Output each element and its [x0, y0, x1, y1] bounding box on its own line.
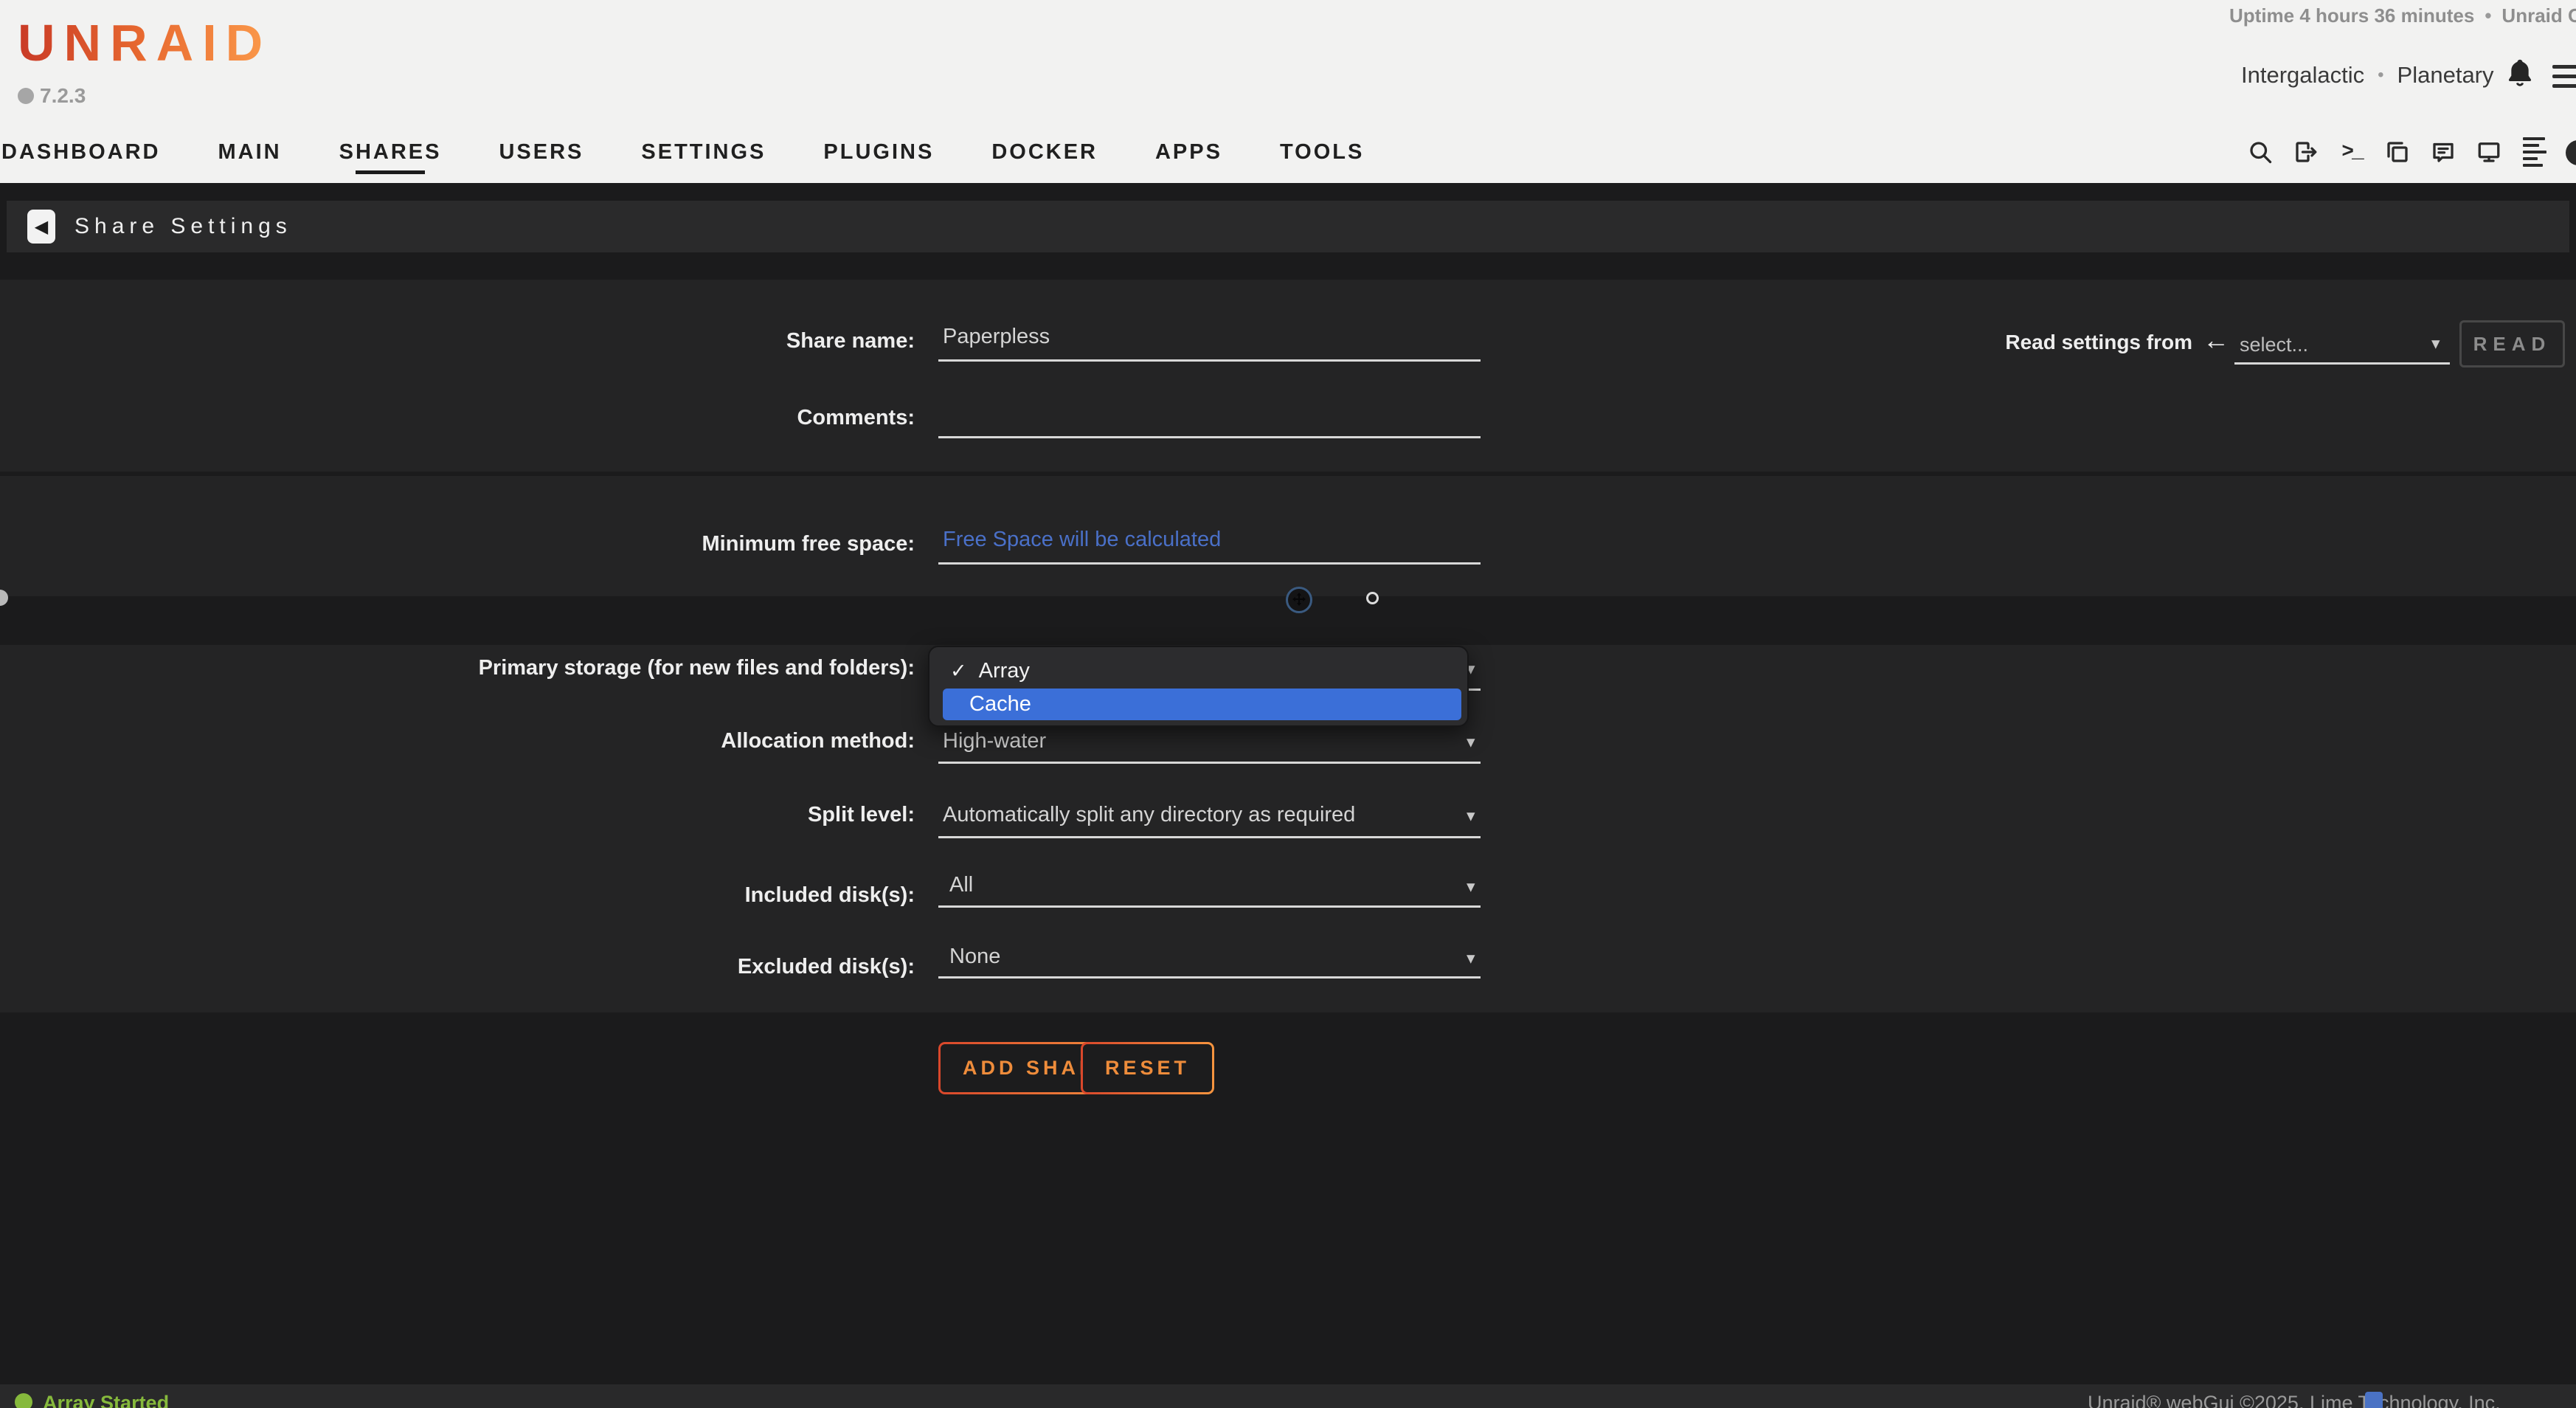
back-icon[interactable]: ◀ [27, 210, 55, 244]
dropdown-arrow-icon [1467, 732, 1475, 752]
version-dot-icon [18, 88, 34, 104]
included-disks-underline [938, 905, 1481, 908]
read-settings-underline [2234, 362, 2450, 365]
included-disks-label: Included disk(s): [0, 883, 915, 908]
min-free-space-label: Minimum free space: [0, 532, 915, 556]
search-icon[interactable] [2247, 139, 2274, 165]
page-title: Share Settings [75, 214, 292, 239]
log-icon[interactable] [2521, 139, 2548, 165]
excluded-disks-select[interactable]: None [949, 945, 1000, 969]
server-description: Planetary [2397, 62, 2494, 89]
excluded-disks-label: Excluded disk(s): [0, 955, 915, 979]
dot-separator: • [2378, 65, 2383, 86]
dropdown-arrow-icon [1467, 806, 1475, 826]
edge-cut-toolbar-icon[interactable] [2566, 140, 2576, 165]
sign-out-icon[interactable] [2293, 139, 2319, 165]
server-identity: Intergalactic • Planetary [2241, 62, 2494, 89]
notifications-bell-icon[interactable] [2505, 58, 2535, 90]
checkmark-icon [950, 659, 967, 683]
dropdown-arrow-icon [1467, 948, 1475, 968]
allocation-method-label: Allocation method: [0, 729, 915, 753]
read-settings-select[interactable]: select... [2240, 334, 2308, 356]
dropdown-arrow-icon [2431, 334, 2440, 353]
footer-copyright: Unraid® webGui ©2025, Lime Technology, I… [2088, 1392, 2501, 1408]
os-edition: Unraid OS [2501, 4, 2576, 27]
allocation-method-select[interactable]: High-water [943, 729, 1046, 753]
array-status-text: Array Started [43, 1392, 169, 1408]
footer-blue-icon[interactable] [2365, 1392, 2383, 1408]
dropdown-arrow-icon [1467, 877, 1475, 897]
nav-item-apps[interactable]: APPS [1155, 140, 1222, 174]
nav-item-main[interactable]: MAIN [218, 140, 282, 174]
version-label: 7.2.3 [40, 84, 86, 108]
min-free-space-input[interactable] [938, 528, 1481, 565]
allocation-method-underline [938, 762, 1481, 764]
nav-item-plugins[interactable]: PLUGINS [823, 140, 934, 174]
server-name: Intergalactic [2241, 62, 2364, 89]
circle-cursor-icon [1366, 592, 1379, 604]
nav-item-dashboard[interactable]: DASHBOARD [1, 140, 161, 174]
version-badge: 7.2.3 [18, 84, 86, 108]
split-level-underline [938, 836, 1481, 838]
page-title-bar: ◀ Share Settings [7, 201, 2569, 252]
excluded-disks-underline [938, 976, 1481, 979]
arrow-left-icon: ← [2203, 325, 2229, 356]
move-cursor-icon [1286, 587, 1312, 613]
read-button[interactable]: READ [2459, 320, 2565, 367]
nav-item-docker[interactable]: DOCKER [991, 140, 1098, 174]
share-name-input[interactable] [938, 325, 1481, 362]
split-level-label: Split level: [0, 803, 915, 827]
dot-separator: • [2474, 4, 2501, 27]
primary-storage-underline [1468, 689, 1481, 691]
uptime-status: Uptime 4 hours 36 minutes•Unraid OS Star… [2229, 4, 2576, 27]
uptime-text: Uptime 4 hours 36 minutes [2229, 4, 2474, 27]
footer-bar: Array Started Unraid® webGui ©2025, Lime… [0, 1384, 2576, 1408]
copy-icon[interactable] [2384, 139, 2411, 165]
feedback-icon[interactable] [2430, 139, 2456, 165]
monitor-icon[interactable] [2476, 139, 2502, 165]
primary-storage-label: Primary storage (for new files and folde… [0, 656, 915, 680]
split-level-select[interactable]: Automatically split any directory as req… [943, 803, 1355, 827]
array-status-icon [15, 1393, 32, 1408]
nav-item-shares[interactable]: SHARES [339, 140, 442, 174]
header-toolbar: >_ [2247, 139, 2548, 165]
included-disks-select[interactable]: All [949, 873, 973, 897]
reset-button[interactable]: RESET [1081, 1042, 1214, 1094]
terminal-icon[interactable]: >_ [2338, 139, 2365, 165]
comments-label: Comments: [0, 406, 915, 430]
primary-storage-dropdown: Array Cache [928, 646, 1469, 727]
read-settings-label: Read settings from [1888, 331, 2192, 354]
share-name-label: Share name: [0, 329, 915, 353]
main-nav: DASHBOARD MAIN SHARES USERS SETTINGS PLU… [1, 140, 1364, 174]
screen: UNRAID 7.2.3 Uptime 4 hours 36 minutes•U… [0, 0, 2576, 1408]
form-section-band [0, 280, 2576, 472]
top-header: UNRAID 7.2.3 Uptime 4 hours 36 minutes•U… [0, 0, 2576, 183]
nav-item-tools[interactable]: TOOLS [1280, 140, 1364, 174]
unraid-logo: UNRAID [18, 13, 271, 72]
dropdown-option-array[interactable]: Array [950, 659, 1030, 683]
nav-item-settings[interactable]: SETTINGS [641, 140, 766, 174]
active-nav-underline [356, 170, 425, 174]
nav-item-users[interactable]: USERS [499, 140, 584, 174]
dropdown-option-cache[interactable]: Cache [943, 689, 1461, 720]
comments-input[interactable] [938, 401, 1481, 438]
hamburger-menu-icon[interactable] [2552, 65, 2576, 94]
